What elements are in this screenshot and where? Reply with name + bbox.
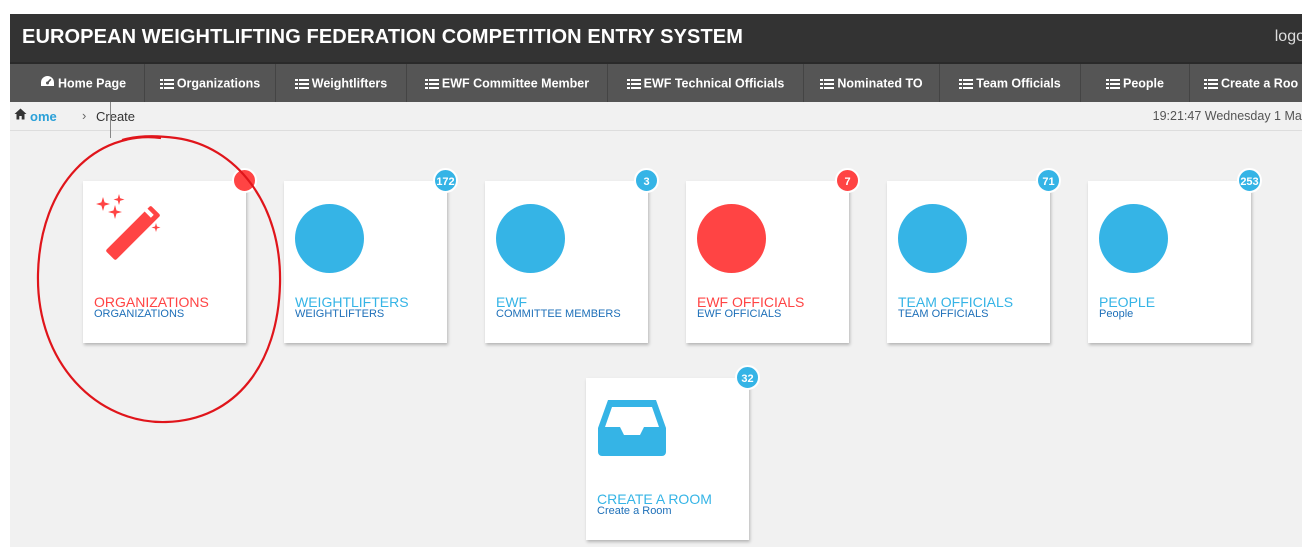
- tile-weightlifters[interactable]: 172 WEIGHTLIFTERS WEIGHTLIFTERS: [284, 168, 458, 343]
- tile-subtitle: ORGANIZATIONS: [94, 308, 185, 320]
- nav-label: EWF Committee Member: [441, 76, 590, 91]
- circle-icon: [1099, 204, 1168, 273]
- circle-icon: [697, 204, 766, 273]
- nav-label: People: [1123, 76, 1164, 91]
- count-badge: 32: [735, 365, 760, 390]
- breadcrumb: ome › Create 19:21:47 Wednesday 1 Mar: [10, 102, 1302, 131]
- breadcrumb-current: Create: [96, 109, 136, 124]
- nav-ewf-committee-member[interactable]: EWF Committee Member: [407, 64, 608, 102]
- list-icon: [820, 77, 835, 90]
- nav-nominated-to[interactable]: Nominated TO: [804, 64, 940, 102]
- tile-people[interactable]: 253 PEOPLE People: [1088, 168, 1262, 343]
- nav-label: EWF Technical Officials: [643, 76, 785, 91]
- nav-create-a-room[interactable]: Create a Roo: [1190, 64, 1302, 102]
- nav-weightlifters[interactable]: Weightlifters: [276, 64, 407, 102]
- tile-organizations[interactable]: ORGANIZATIONS ORGANIZATIONS: [83, 168, 257, 343]
- list-icon: [1106, 77, 1120, 90]
- tile-ewf-officials[interactable]: 7 EWF OFFICIALS EWF OFFICIALS: [686, 168, 860, 343]
- breadcrumb-separator: ›: [82, 108, 87, 123]
- list-icon: [424, 77, 439, 90]
- circle-icon: [898, 204, 967, 273]
- count-badge: [232, 168, 257, 193]
- clock: 19:21:47 Wednesday 1 Mar: [1152, 109, 1302, 123]
- circle-icon: [295, 204, 364, 273]
- tile-subtitle: People: [1099, 308, 1134, 320]
- circle-icon: [496, 204, 565, 273]
- main-nav: Home Page Organizations Weightlifters EW…: [10, 62, 1302, 102]
- dashboard-icon: [40, 65, 55, 103]
- tile-subtitle: COMMITTEE MEMBERS: [496, 308, 621, 320]
- nav-home-page[interactable]: Home Page: [22, 64, 145, 102]
- app-window: EUROPEAN WEIGHTLIFTING FEDERATION COMPET…: [10, 14, 1302, 547]
- count-badge: 172: [433, 168, 458, 193]
- tile-subtitle: EWF OFFICIALS: [697, 308, 782, 320]
- nav-team-officials[interactable]: Team Officials: [940, 64, 1081, 102]
- tile-team-officials[interactable]: 71 TEAM OFFICIALS TEAM OFFICIALS: [887, 168, 1061, 343]
- magic-wand-icon: [96, 194, 161, 260]
- nav-label: Nominated TO: [837, 76, 923, 91]
- home-icon: [14, 108, 27, 123]
- tile-create-a-room[interactable]: 32 CREATE A ROOM Create a Room: [586, 365, 760, 540]
- tile-subtitle: Create a Room: [597, 505, 672, 517]
- nav-label: Weightlifters: [311, 76, 388, 91]
- count-badge: 253: [1237, 168, 1262, 193]
- tile-subtitle: WEIGHTLIFTERS: [295, 308, 385, 320]
- logo[interactable]: logo: [1275, 28, 1302, 46]
- title-bar: EUROPEAN WEIGHTLIFTING FEDERATION COMPET…: [10, 14, 1302, 62]
- count-badge: 3: [634, 168, 659, 193]
- list-icon: [294, 77, 309, 90]
- tile-subtitle: TEAM OFFICIALS: [898, 308, 989, 320]
- list-icon: [1204, 77, 1218, 90]
- app-title: EUROPEAN WEIGHTLIFTING FEDERATION COMPET…: [22, 26, 744, 48]
- list-icon: [626, 77, 641, 90]
- list-icon: [959, 77, 974, 90]
- breadcrumb-home-link[interactable]: ome: [30, 109, 57, 124]
- inbox-icon: [598, 400, 666, 456]
- nav-ewf-technical-officials[interactable]: EWF Technical Officials: [608, 64, 804, 102]
- nav-label: Organizations: [176, 76, 261, 91]
- nav-people[interactable]: People: [1081, 64, 1190, 102]
- nav-organizations[interactable]: Organizations: [145, 64, 276, 102]
- divider: [110, 102, 111, 138]
- list-icon: [159, 77, 174, 90]
- tile-ewf-committee[interactable]: 3 EWF COMMITTEE MEMBERS: [485, 168, 659, 343]
- nav-label: Home Page: [57, 76, 127, 91]
- count-badge: 71: [1036, 168, 1061, 193]
- nav-label: Create a Roo: [1221, 76, 1299, 91]
- nav-label: Team Officials: [976, 76, 1061, 91]
- count-badge: 7: [835, 168, 860, 193]
